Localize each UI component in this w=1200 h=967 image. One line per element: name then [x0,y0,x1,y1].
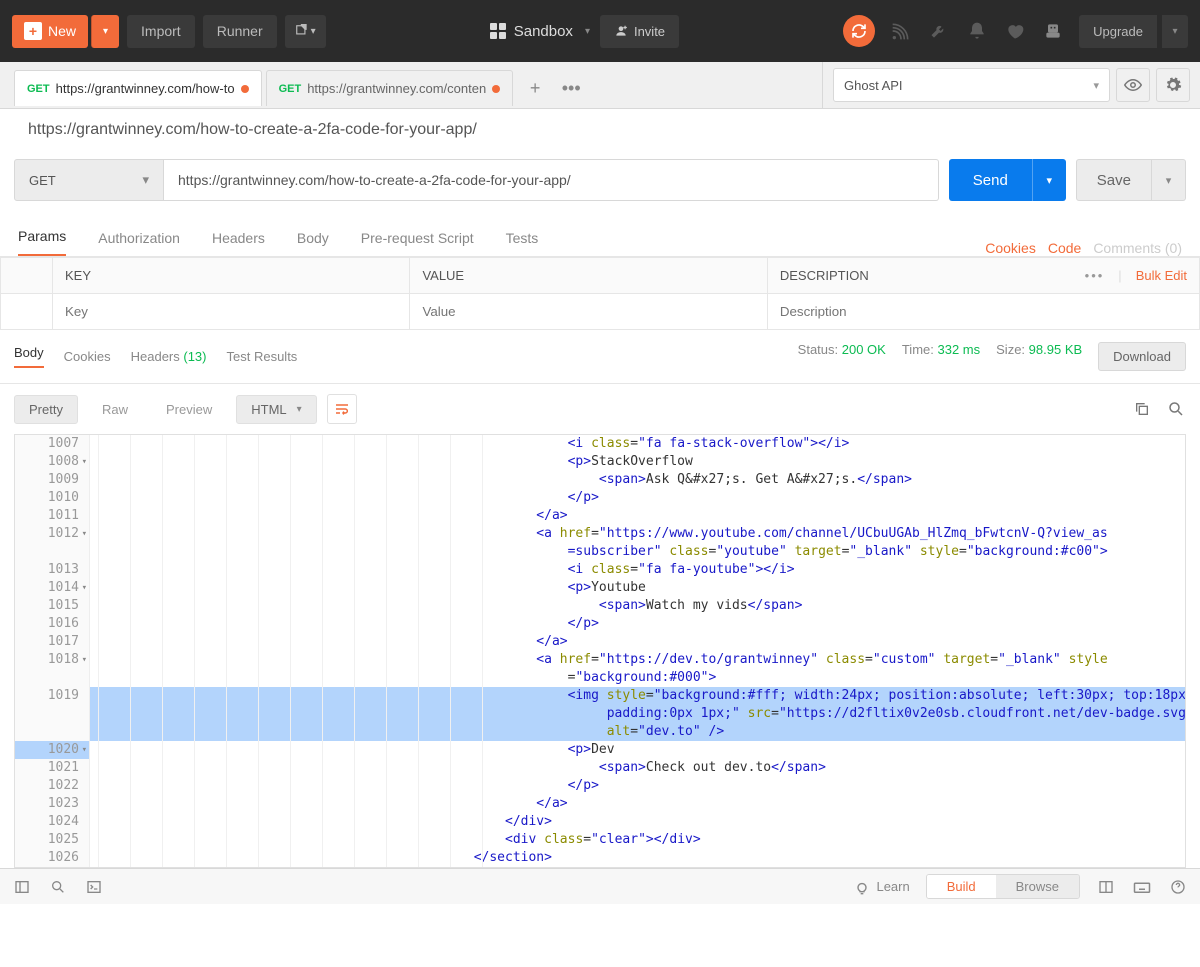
more-icon[interactable]: ••• [1085,268,1105,283]
mode-build[interactable]: Build [927,875,996,898]
workspace-selector[interactable]: Sandbox [490,23,590,40]
cookies-link[interactable]: Cookies [985,240,1036,256]
footer: Learn Build Browse [0,868,1200,904]
avatar-icon[interactable] [1041,19,1065,43]
plus-icon: + [24,22,42,40]
upgrade-dropdown[interactable] [1162,15,1188,48]
environment-settings[interactable] [1156,68,1190,102]
satellite-icon[interactable] [889,19,913,43]
search-icon[interactable] [1166,399,1186,419]
bulk-edit-link[interactable]: Bulk Edit [1136,268,1187,283]
import-button[interactable]: Import [127,15,195,48]
wrap-lines-icon[interactable] [327,394,357,424]
heart-icon[interactable] [1003,19,1027,43]
comments-link[interactable]: Comments (0) [1093,240,1182,256]
col-description: DESCRIPTION ••• | Bulk Edit [767,258,1199,294]
sync-button[interactable] [843,15,875,47]
resp-tab-cookies[interactable]: Cookies [64,349,111,364]
request-name: https://grantwinney.com/how-to-create-a-… [0,109,1200,151]
url-input[interactable] [164,159,939,201]
console-icon[interactable] [84,877,104,897]
invite-button[interactable]: Invite [600,15,679,48]
send-button[interactable]: Send [949,159,1032,201]
send-dropdown[interactable] [1032,159,1066,201]
grid-icon [490,23,506,39]
new-button[interactable]: +New [12,15,88,48]
param-value-input[interactable] [422,304,754,319]
param-desc-input[interactable] [780,304,1187,319]
new-dropdown[interactable] [91,15,119,48]
copy-icon[interactable] [1132,399,1152,419]
view-raw[interactable]: Raw [88,396,142,423]
format-select[interactable]: HTML [236,395,316,424]
environment-quicklook[interactable] [1116,68,1150,102]
code-link[interactable]: Code [1048,240,1081,256]
view-pretty[interactable]: Pretty [14,395,78,424]
response-body[interactable]: 1007 <i class="fa fa-stack-overflow"></i… [14,434,1186,868]
topbar: +New Import Runner ▾ Sandbox Invite Upgr… [0,0,1200,62]
reqtab-pre-request-script[interactable]: Pre-request Script [361,230,474,256]
tab-more[interactable]: ••• [553,70,589,106]
request-tabstrip: GEThttps://grantwinney.com/how-toGEThttp… [0,62,822,106]
reqtab-authorization[interactable]: Authorization [98,230,180,256]
help-icon[interactable] [1168,877,1188,897]
keyboard-icon[interactable] [1132,877,1152,897]
save-button[interactable]: Save [1076,159,1152,201]
two-pane-icon[interactable] [1096,877,1116,897]
environment-selector[interactable]: Ghost API [833,68,1110,102]
param-key-input[interactable] [65,304,397,319]
tab-add[interactable]: + [517,70,553,106]
request-tab[interactable]: GEThttps://grantwinney.com/conten [266,70,514,106]
resp-tab-headers[interactable]: Headers (13) [131,349,207,364]
reqtab-tests[interactable]: Tests [506,230,539,256]
col-value: VALUE [410,258,767,294]
new-window-button[interactable]: ▾ [285,15,326,48]
download-button[interactable]: Download [1098,342,1186,371]
method-select[interactable]: GET [14,159,164,201]
reqtab-headers[interactable]: Headers [212,230,265,256]
params-table: KEY VALUE DESCRIPTION ••• | Bulk Edit [0,257,1200,330]
response-meta: Status: 200 OK Time: 332 ms Size: 98.95 … [798,342,1186,371]
bell-icon[interactable] [965,19,989,43]
person-plus-icon [614,24,628,38]
reqtab-params[interactable]: Params [18,228,66,256]
bootcamp-link[interactable]: Learn [854,879,909,895]
runner-button[interactable]: Runner [203,15,277,48]
wrench-icon[interactable] [927,19,951,43]
find-icon[interactable] [48,877,68,897]
upgrade-button[interactable]: Upgrade [1079,15,1157,48]
resp-tab-tests[interactable]: Test Results [227,349,298,364]
mode-segment[interactable]: Build Browse [926,874,1080,899]
save-dropdown[interactable] [1152,159,1186,201]
view-preview[interactable]: Preview [152,396,226,423]
request-tab[interactable]: GEThttps://grantwinney.com/how-to [14,70,262,106]
resp-tab-body[interactable]: Body [14,345,44,368]
sidebar-toggle-icon[interactable] [12,877,32,897]
mode-browse[interactable]: Browse [996,875,1079,898]
request-subtabs: Params Authorization Headers Body Pre-reques… [0,215,1200,257]
col-key: KEY [53,258,410,294]
reqtab-body[interactable]: Body [297,230,329,256]
